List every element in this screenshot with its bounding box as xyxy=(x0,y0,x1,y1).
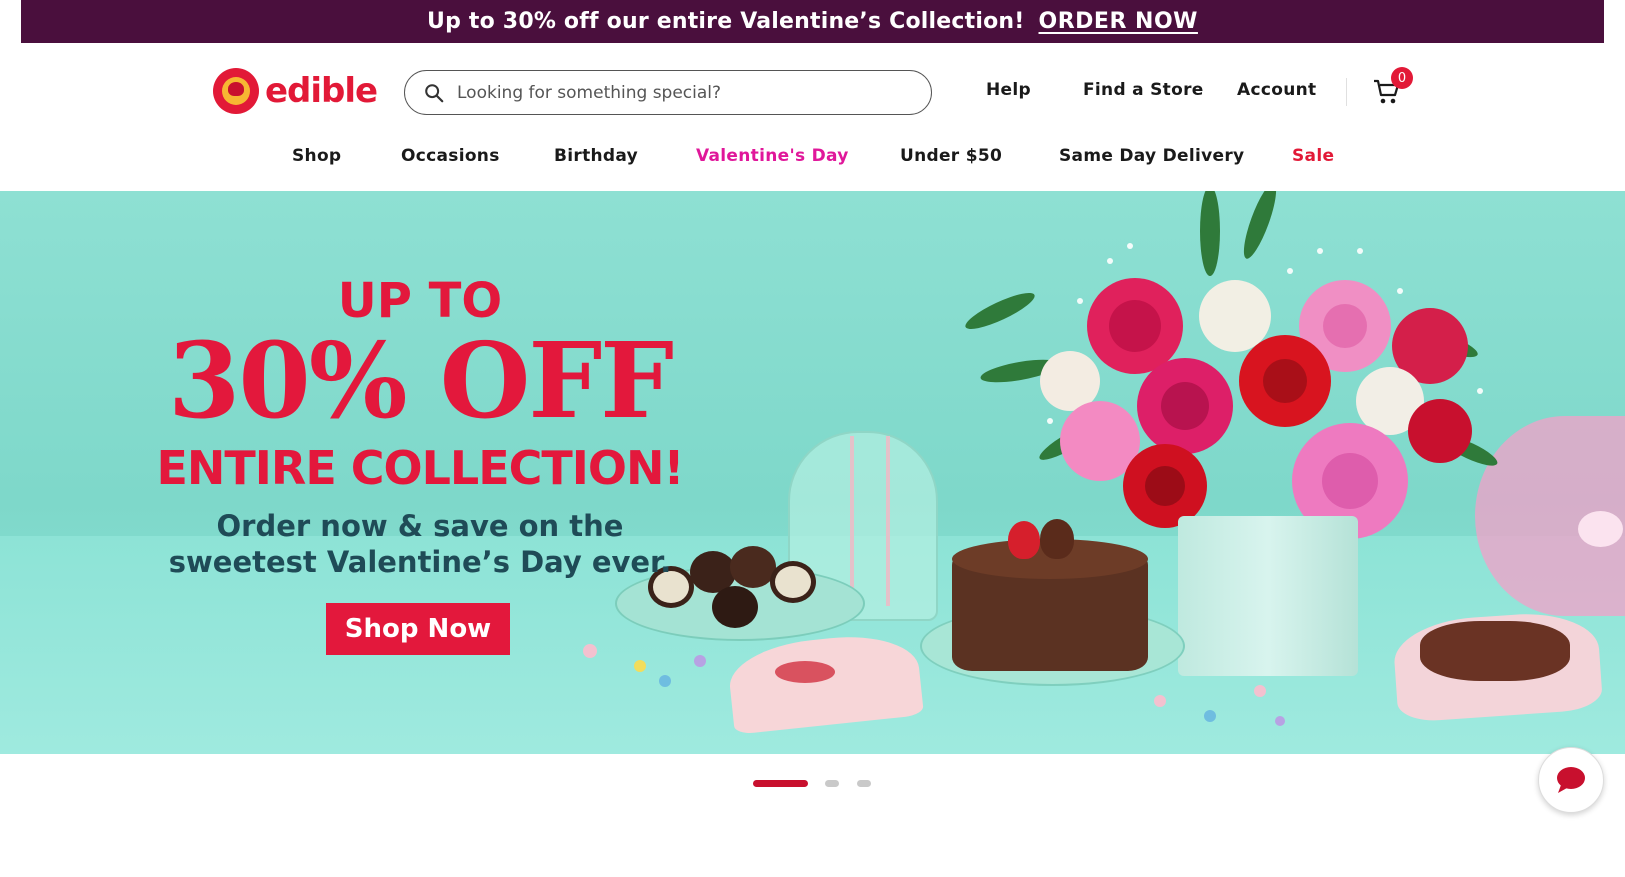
carousel-dot-2[interactable] xyxy=(825,780,839,787)
nav-item-same-day-delivery[interactable]: Same Day Delivery xyxy=(1059,146,1244,166)
hero-subheadline-line-1: Order now & save on the xyxy=(216,509,624,543)
hero-headline-percent-off: 30% OFF xyxy=(167,319,674,442)
hero-headline-collection: ENTIRE COLLECTION! xyxy=(156,441,684,495)
nav-item-shop[interactable]: Shop xyxy=(292,146,341,166)
confetti-hearts-image xyxy=(583,644,1285,726)
rose-bouquet-image xyxy=(965,191,1498,539)
promo-text: Up to 30% off our entire Valentine’s Col… xyxy=(427,9,1025,34)
shop-now-button[interactable]: Shop Now xyxy=(326,603,510,655)
chocolate-hearts-image xyxy=(1420,621,1570,681)
carousel-dot-3[interactable] xyxy=(857,780,871,787)
promo-bar: Up to 30% off our entire Valentine’s Col… xyxy=(21,0,1604,43)
carousel-dot-1[interactable] xyxy=(753,780,808,787)
account-link[interactable]: Account xyxy=(1237,80,1316,100)
search-icon[interactable] xyxy=(423,82,445,104)
search-bar[interactable] xyxy=(404,70,932,115)
hero-banner[interactable]: UP TO 30% OFF ENTIRE COLLECTION! Order n… xyxy=(0,191,1625,754)
nav-item-occasions[interactable]: Occasions xyxy=(401,146,500,166)
logo-mark-icon xyxy=(213,68,259,114)
strawberry-image xyxy=(1008,521,1040,559)
cart-count-badge: 0 xyxy=(1391,67,1413,89)
main-nav: Shop Occasions Birthday Valentine's Day … xyxy=(0,140,1625,180)
logo-wordmark: edible xyxy=(265,71,378,111)
nav-item-valentines-day[interactable]: Valentine's Day xyxy=(696,146,849,166)
pink-box-knob-image xyxy=(1578,511,1623,547)
header-divider xyxy=(1346,78,1347,106)
hero-subheadline-line-2: sweetest Valentine’s Day ever. xyxy=(168,545,672,579)
ribbon-image xyxy=(850,436,890,606)
order-now-link[interactable]: ORDER NOW xyxy=(1039,9,1198,34)
help-link[interactable]: Help xyxy=(986,80,1031,100)
chat-button[interactable] xyxy=(1538,747,1604,813)
edible-logo[interactable]: edible xyxy=(213,67,378,115)
chocolate-strawberry-image xyxy=(1040,519,1074,559)
nav-item-under-50[interactable]: Under $50 xyxy=(900,146,1002,166)
chat-icon xyxy=(1557,767,1585,793)
search-input[interactable] xyxy=(457,82,931,103)
nav-item-birthday[interactable]: Birthday xyxy=(554,146,638,166)
find-a-store-link[interactable]: Find a Store xyxy=(1083,80,1204,100)
nav-item-sale[interactable]: Sale xyxy=(1292,146,1334,166)
